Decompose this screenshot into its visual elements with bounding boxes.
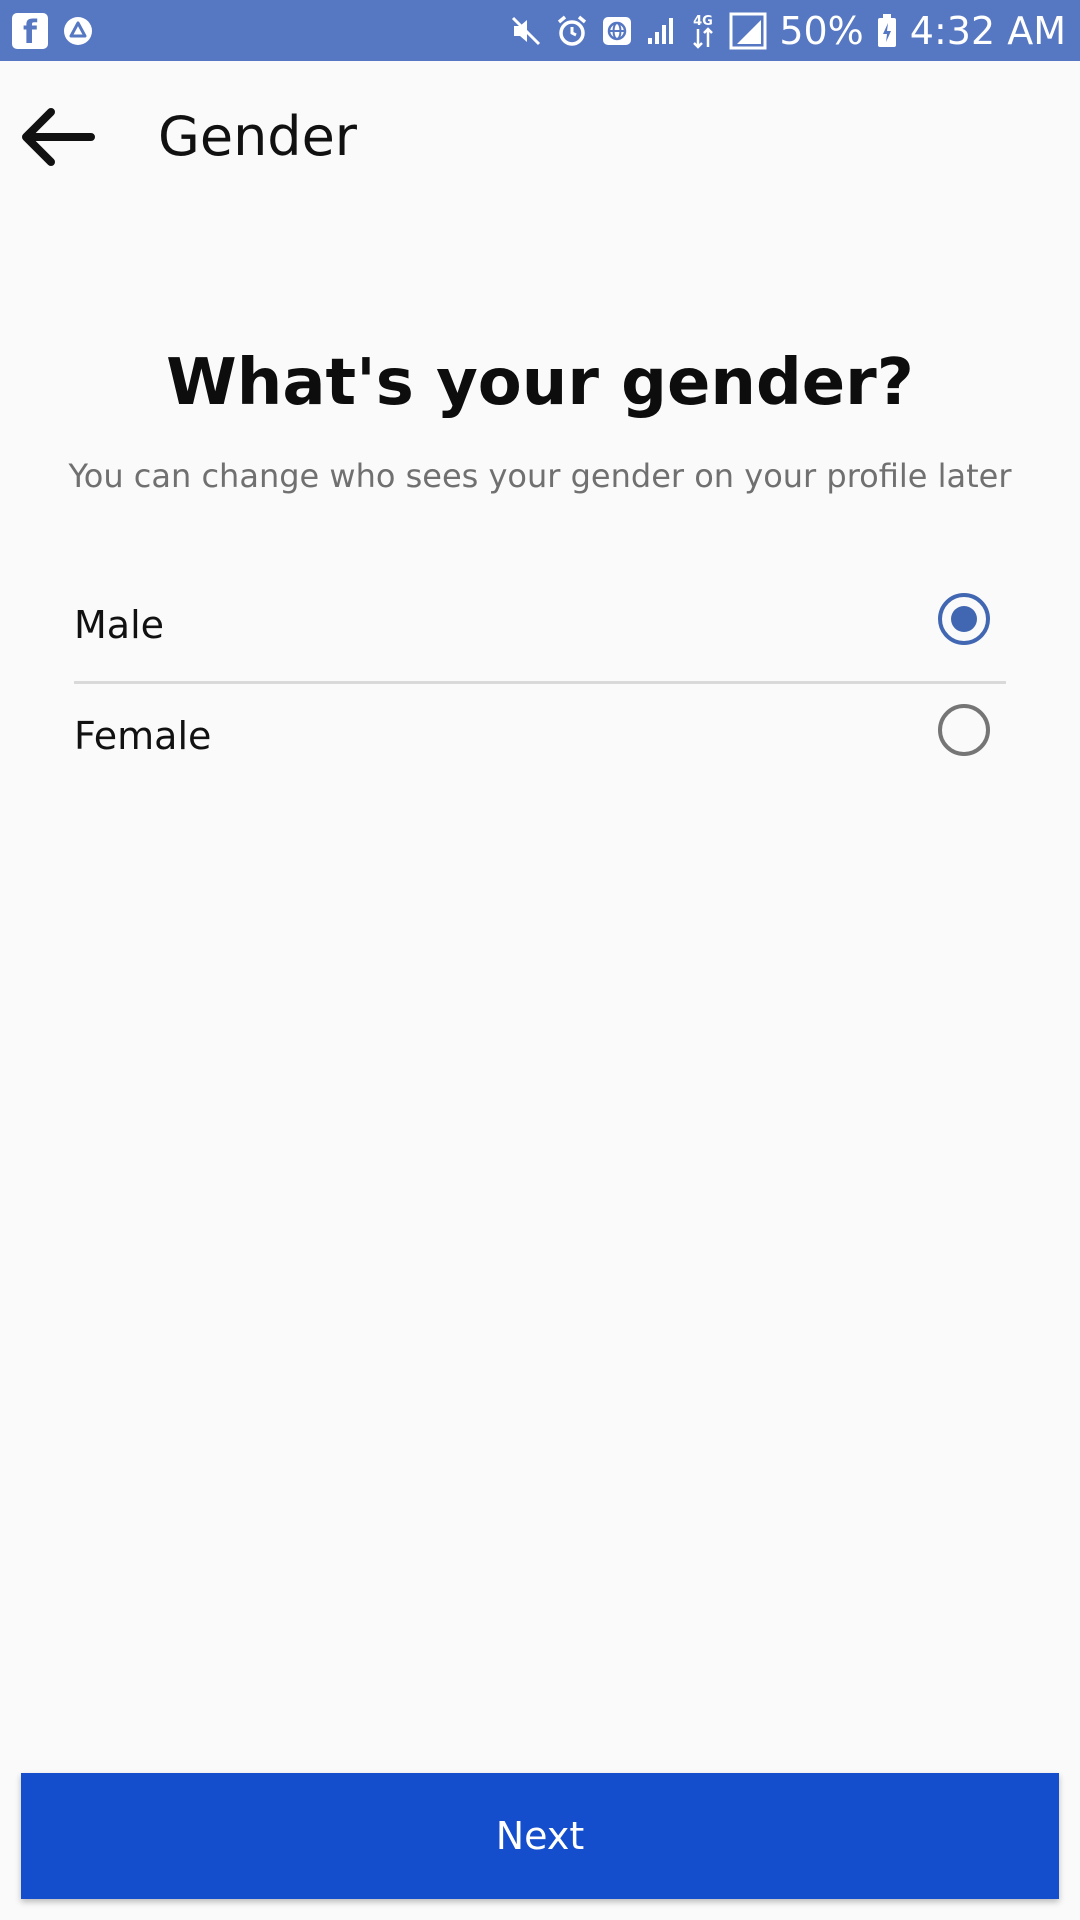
data-arrows-icon: 4G [693,14,714,49]
drive-icon [64,17,92,45]
option-male-label: Male [74,603,165,647]
option-male[interactable]: Male [74,573,1006,681]
status-bar-system: 4G 50% 4:32 AM [509,8,1066,54]
battery-percentage: 50% [779,9,864,53]
cell-signal-icon [729,12,767,50]
question-title: What's your gender? [166,346,914,420]
back-button[interactable] [12,99,102,175]
facebook-icon: f [12,13,48,49]
arrow-left-icon [22,108,95,166]
app-bar: Gender [0,61,1080,213]
gender-options: Male Female [74,573,1006,792]
option-female-label: Female [74,714,212,758]
wifi-signal-icon [648,18,674,44]
battery-icon [877,14,896,47]
page-title: Gender [158,105,357,168]
radio-selected-dot [951,606,977,632]
status-bar: f 4G 50% 4:32 AM [0,0,1080,61]
question-subtitle: You can change who sees your gender on y… [68,457,1012,495]
male-radio-button[interactable] [938,593,990,645]
alarm-icon [558,15,587,46]
next-button[interactable]: Next [21,1773,1059,1899]
option-female[interactable]: Female [74,684,1006,792]
status-bar-notifications: f [12,12,94,50]
mute-icon [512,16,541,46]
clock: 4:32 AM [909,9,1066,53]
female-radio-button[interactable] [938,704,990,756]
svg-text:4G: 4G [693,14,713,29]
vpn-globe-icon [603,17,632,45]
